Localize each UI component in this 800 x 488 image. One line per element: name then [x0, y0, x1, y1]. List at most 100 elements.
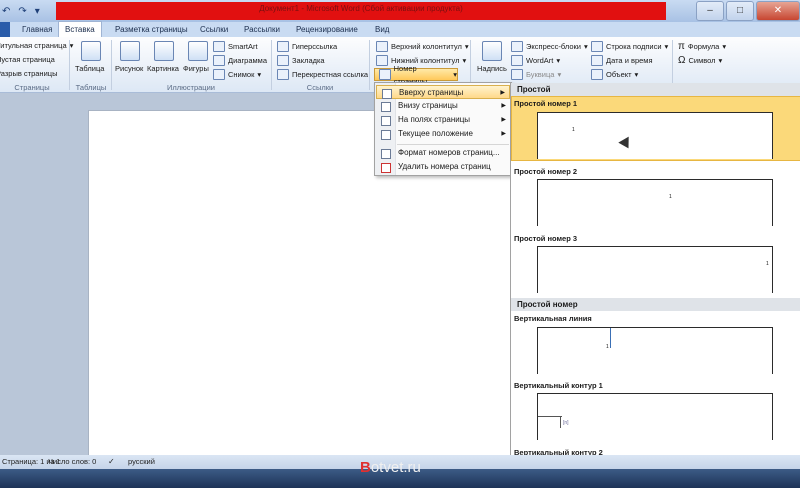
tab-mailings[interactable]: Рассылки [244, 22, 280, 37]
tab-file[interactable] [0, 22, 10, 37]
wordart-icon [511, 55, 523, 66]
gallery-item-plain-number-2[interactable]: 1 [537, 179, 773, 226]
bookmark-icon [277, 55, 289, 66]
format-page-numbers-icon [381, 149, 391, 159]
cover-page-button[interactable]: Титульная страница ▾ [0, 41, 73, 50]
hyperlink-icon [277, 41, 289, 52]
pi-icon: π [678, 41, 685, 52]
clipart-icon [154, 41, 174, 61]
tab-review[interactable]: Рецензирование [296, 22, 358, 37]
minimize-button[interactable]: – [696, 1, 724, 21]
shapes-icon [188, 41, 208, 61]
formula-button[interactable]: π Формула ▾ [678, 41, 726, 52]
undo-icon[interactable]: ↶ [2, 6, 10, 17]
tab-insert[interactable]: Вставка [58, 21, 102, 37]
wordart-button[interactable]: WordArt ▾ [511, 55, 560, 66]
outline-mark [560, 416, 561, 428]
page-number-icon [379, 69, 391, 80]
symbol-button[interactable]: Ω Символ ▾ [678, 55, 722, 66]
page-number-sample: 1 [606, 344, 609, 350]
page-number-button[interactable]: Номер страницы ▾ [374, 64, 458, 86]
dropcap-button[interactable]: Буквица ▾ [511, 69, 561, 80]
table-button[interactable]: Таблица [75, 64, 104, 73]
shapes-button[interactable]: Фигуры [183, 64, 209, 73]
gallery-item-plain-number-1[interactable]: 1 [537, 112, 773, 159]
submenu-arrow-icon: ▶ [501, 117, 506, 123]
header-icon [376, 41, 388, 52]
vertical-line-mark [610, 328, 611, 348]
date-time-button[interactable]: Дата и время [591, 55, 653, 66]
remove-page-numbers-icon [381, 163, 391, 173]
page-number-gallery: Простой Простой номер 1 1 Простой номер … [510, 83, 800, 488]
word-count[interactable]: Число слов: 0 [48, 457, 96, 466]
screenshot-button[interactable]: Снимок ▾ [213, 69, 261, 80]
menu-item-page-margins[interactable]: На полях страницы ▶ [376, 113, 510, 127]
object-icon [591, 69, 603, 80]
maximize-button[interactable]: □ [726, 1, 754, 21]
gallery-item-plain-number-3[interactable]: 1 [537, 246, 773, 293]
gallery-item-title: Простой номер 3 [514, 234, 578, 243]
proofing-icon[interactable]: ✓ [108, 457, 115, 466]
menu-item-remove-page-numbers[interactable]: Удалить номера страниц [376, 160, 510, 174]
omega-icon: Ω [678, 55, 686, 66]
textbox-button[interactable]: Надпись [477, 64, 507, 73]
signature-line-button[interactable]: Строка подписи ▾ [591, 41, 668, 52]
window-title: Документ1 - Microsoft Word (Сбой активац… [259, 4, 463, 13]
illustrations-group-label: Иллюстрации [167, 83, 215, 92]
submenu-arrow-icon: ▶ [501, 103, 506, 109]
customize-qat-icon[interactable]: ▾ [35, 6, 40, 17]
menu-item-top-of-page[interactable]: Вверху страницы ▶ [376, 85, 510, 99]
window-controls: – □ ✕ [694, 0, 800, 21]
menu-item-current-position[interactable]: Текущее положение ▶ [376, 127, 510, 141]
smartart-icon [213, 41, 225, 52]
page-break-button[interactable]: Разрыв страницы [0, 69, 57, 78]
picture-icon [120, 41, 140, 61]
picture-button[interactable]: Рисунок [115, 64, 143, 73]
watermark: Botvet.ru [360, 459, 421, 476]
gallery-item-title: Вертикальная линия [514, 314, 592, 323]
signature-line-icon [591, 41, 603, 52]
bookmark-button[interactable]: Закладка [277, 55, 325, 66]
blank-page-button[interactable]: Пустая страница [0, 55, 55, 64]
clipart-button[interactable]: Картинка [147, 64, 179, 73]
gallery-item-title: Вертикальный контур 1 [514, 381, 603, 390]
header-button[interactable]: Верхний колонтитул ▾ [376, 41, 469, 52]
gallery-section-header: Простой номер [511, 298, 800, 311]
gallery-section-header: Простой [511, 83, 800, 96]
quick-parts-button[interactable]: Экспресс-блоки ▾ [511, 41, 588, 52]
page-margins-icon [381, 116, 391, 126]
menu-item-bottom-of-page[interactable]: Внизу страницы ▶ [376, 99, 510, 113]
tables-group-label: Таблицы [75, 83, 107, 92]
tab-references[interactable]: Ссылки [200, 22, 228, 37]
tab-page-layout[interactable]: Разметка страницы [115, 22, 188, 37]
page-number-menu: Вверху страницы ▶ Внизу страницы ▶ На поля… [374, 82, 512, 176]
tab-home[interactable]: Главная [22, 22, 52, 37]
gallery-item-title: Простой номер 2 [514, 167, 578, 176]
hyperlink-button[interactable]: Гиперссылка [277, 41, 337, 52]
quick-parts-icon [511, 41, 523, 52]
redo-icon[interactable]: ↷ [18, 6, 26, 17]
current-position-icon [381, 130, 391, 140]
cross-reference-button[interactable]: Перекрестная ссылка [277, 69, 368, 80]
links-group-label: Ссылки [306, 83, 334, 92]
close-button[interactable]: ✕ [756, 1, 800, 21]
tab-view[interactable]: Вид [375, 22, 389, 37]
bottom-of-page-icon [381, 102, 391, 112]
object-button[interactable]: Объект ▾ [591, 69, 638, 80]
date-time-icon [591, 55, 603, 66]
submenu-arrow-icon: ▶ [500, 90, 505, 96]
dropcap-icon [511, 69, 523, 80]
top-of-page-icon [382, 89, 392, 99]
page-number-sample: 1 [669, 194, 672, 200]
smartart-button[interactable]: SmartArt [213, 41, 258, 52]
gallery-item-title: Простой номер 1 [514, 99, 578, 108]
screenshot-icon [213, 69, 225, 80]
gallery-item-vertical-outline-1[interactable]: [n] [537, 393, 773, 440]
gallery-item-vertical-line[interactable]: 1 [537, 327, 773, 374]
chart-icon [213, 55, 225, 66]
page-number-sample: 1 [766, 261, 769, 267]
language-indicator[interactable]: русский [128, 457, 155, 466]
group-separator [369, 40, 370, 90]
chart-button[interactable]: Диаграмма [213, 55, 267, 66]
menu-item-format-page-numbers[interactable]: Формат номеров страниц... [376, 146, 510, 160]
